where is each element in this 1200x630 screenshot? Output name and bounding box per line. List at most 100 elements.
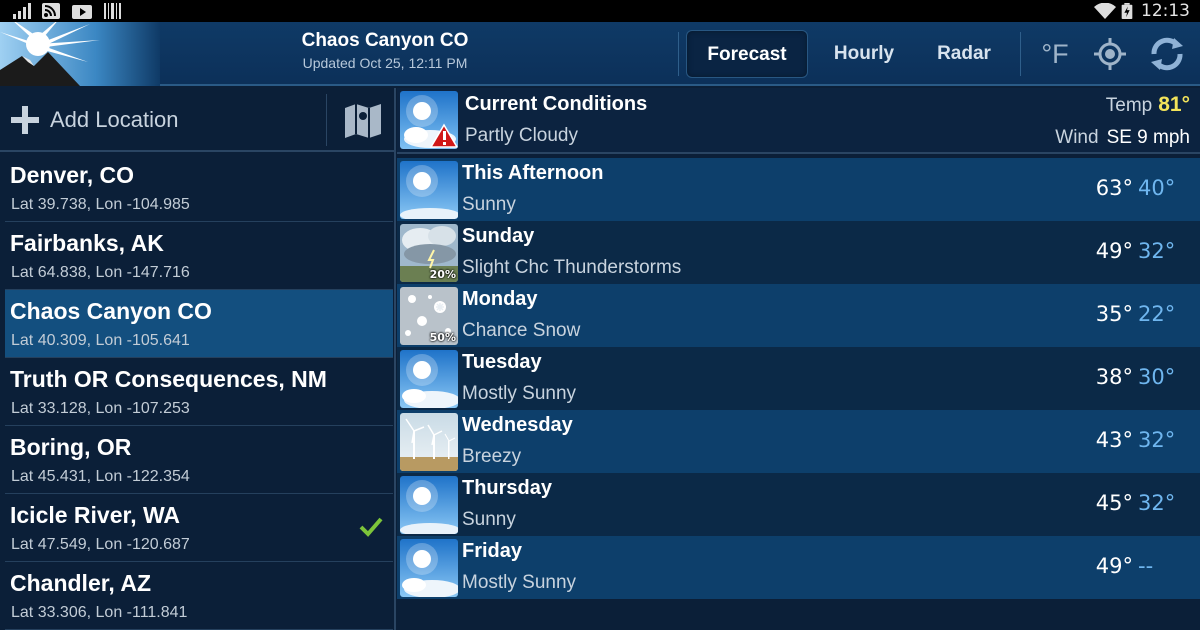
tab-radar[interactable]: Radar (920, 30, 1008, 78)
location-name: Boring, OR (10, 434, 132, 460)
wind-label: Wind (1055, 127, 1099, 148)
location-coords: Lat 33.128, Lon -107.253 (11, 400, 190, 417)
forecast-desc: Slight Chc Thunderstorms (462, 257, 682, 278)
forecast-day: This Afternoon (462, 162, 604, 184)
forecast-row[interactable]: This Afternoon Sunny 63° 40° (397, 158, 1200, 221)
location-name: Icicle River, WA (10, 502, 181, 528)
current-conditions-desc: Partly Cloudy (465, 125, 578, 146)
temp-value: 81° (1158, 93, 1190, 116)
forecast-day: Sunday (462, 225, 535, 247)
current-wind: Wind SE 9 mph (1055, 127, 1190, 149)
forecast-desc: Sunny (462, 509, 516, 530)
plus-icon (11, 106, 39, 134)
updated-timestamp: Updated Oct 25, 12:11 PM (302, 55, 468, 71)
sunny-icon (400, 476, 458, 534)
signal-bars-icon (13, 3, 31, 19)
breezy-wind-turbine-icon (400, 413, 458, 471)
location-coords: Lat 45.431, Lon -122.354 (11, 468, 190, 485)
precip-chance: 50% (429, 331, 456, 344)
location-item-denver[interactable]: Denver, CO Lat 39.738, Lon -104.985 (5, 154, 393, 222)
mostly-sunny-icon (400, 350, 458, 408)
add-location-button[interactable]: Add Location (0, 88, 394, 152)
snow-icon: 50% (400, 287, 458, 345)
forecast-high: 43° (1095, 428, 1133, 452)
battery-charging-icon (1121, 3, 1133, 19)
location-item-truth-or-consequences[interactable]: Truth OR Consequences, NM Lat 33.128, Lo… (5, 358, 393, 426)
location-coords: Lat 47.549, Lon -120.687 (11, 536, 190, 553)
forecast-row[interactable]: Thursday Sunny 45° 32° (397, 473, 1200, 536)
sunny-icon (400, 161, 458, 219)
forecast-desc: Mostly Sunny (462, 383, 577, 404)
temperature-unit-button[interactable]: °F (1030, 30, 1080, 78)
location-name: Chandler, AZ (10, 570, 151, 596)
divider (326, 94, 327, 146)
location-coords: Lat 39.738, Lon -104.985 (11, 196, 190, 213)
forecast-row[interactable]: 20% Sunday Slight Chc Thunderstorms 49° … (397, 221, 1200, 284)
location-item-icicle-river[interactable]: Icicle River, WA Lat 47.549, Lon -120.68… (5, 494, 393, 562)
youtube-icon (72, 5, 92, 19)
location-coords: Lat 40.309, Lon -105.641 (11, 332, 190, 349)
forecast-high: 63° (1095, 176, 1133, 200)
location-item-chandler[interactable]: Chandler, AZ Lat 33.306, Lon -111.841 (5, 562, 393, 630)
forecast-panel: Current Conditions Partly Cloudy Temp 81°… (397, 88, 1200, 630)
location-name: Chaos Canyon CO (10, 298, 212, 324)
divider (1020, 32, 1021, 76)
forecast-high: 45° (1095, 491, 1133, 515)
wifi-icon (1094, 3, 1116, 19)
map-icon[interactable] (343, 102, 383, 138)
forecast-desc: Sunny (462, 194, 516, 215)
location-item-boring[interactable]: Boring, OR Lat 45.431, Lon -122.354 (5, 426, 393, 494)
location-name: Fairbanks, AK (10, 230, 164, 256)
forecast-row[interactable]: 50% Monday Chance Snow 35° 22° (397, 284, 1200, 347)
current-conditions-title: Current Conditions (465, 93, 648, 115)
location-name: Truth OR Consequences, NM (10, 366, 327, 392)
clock: 12:13 (1141, 1, 1190, 21)
forecast-low: 32° (1138, 239, 1176, 263)
divider (678, 32, 679, 76)
location-name: Denver, CO (10, 162, 134, 188)
forecast-row[interactable]: Wednesday Breezy 43° 32° (397, 410, 1200, 473)
forecast-row[interactable]: Friday Mostly Sunny 49° -- (397, 536, 1200, 599)
forecast-low: 40° (1138, 176, 1176, 200)
temp-label: Temp (1105, 95, 1153, 116)
location-item-fairbanks[interactable]: Fairbanks, AK Lat 64.838, Lon -147.716 (5, 222, 393, 290)
precip-chance: 20% (429, 268, 456, 281)
forecast-desc: Chance Snow (462, 320, 581, 341)
action-bar: Chaos Canyon CO Updated Oct 25, 12:11 PM… (0, 22, 1200, 86)
current-conditions[interactable]: Current Conditions Partly Cloudy Temp 81°… (397, 88, 1200, 154)
location-list: Denver, CO Lat 39.738, Lon -104.985 Fair… (5, 154, 393, 630)
location-item-chaos-canyon[interactable]: Chaos Canyon CO Lat 40.309, Lon -105.641 (5, 290, 393, 358)
forecast-high: 38° (1095, 365, 1133, 389)
forecast-day: Friday (462, 540, 523, 562)
forecast-row[interactable]: Tuesday Mostly Sunny 38° 30° (397, 347, 1200, 410)
location-coords: Lat 64.838, Lon -147.716 (11, 264, 190, 281)
forecast-high: 49° (1095, 239, 1133, 263)
add-location-label: Add Location (50, 107, 179, 132)
status-bar: 12:13 (0, 0, 1200, 22)
checkmark-icon (359, 517, 383, 537)
wind-value: SE 9 mph (1106, 127, 1190, 148)
forecast-low: -- (1138, 554, 1154, 578)
forecast-low: 30° (1138, 365, 1176, 389)
forecast-day: Thursday (462, 477, 553, 499)
tab-hourly[interactable]: Hourly (818, 30, 910, 78)
page-title: Chaos Canyon CO (301, 30, 469, 51)
tab-forecast[interactable]: Forecast (686, 30, 808, 78)
current-temp: Temp 81° (1106, 93, 1190, 117)
location-sidebar: Add Location Denver, CO Lat 39.738, Lon … (0, 88, 396, 630)
forecast-day: Wednesday (462, 414, 573, 436)
forecast-list: This Afternoon Sunny 63° 40° 20% Sunday … (397, 158, 1200, 599)
my-location-icon[interactable] (1090, 36, 1130, 72)
forecast-low: 22° (1138, 302, 1176, 326)
forecast-low: 32° (1138, 491, 1176, 515)
forecast-day: Monday (462, 288, 538, 310)
forecast-high: 35° (1095, 302, 1133, 326)
location-title-block: Chaos Canyon CO Updated Oct 25, 12:11 PM (230, 30, 540, 71)
partly-cloudy-alert-icon (400, 91, 458, 149)
location-coords: Lat 33.306, Lon -111.841 (11, 604, 188, 621)
app-logo-mountain-sun-icon[interactable] (0, 22, 160, 86)
thunderstorm-icon: 20% (400, 224, 458, 282)
forecast-high: 49° (1095, 554, 1133, 578)
forecast-desc: Breezy (462, 446, 522, 467)
refresh-icon[interactable] (1145, 34, 1189, 74)
